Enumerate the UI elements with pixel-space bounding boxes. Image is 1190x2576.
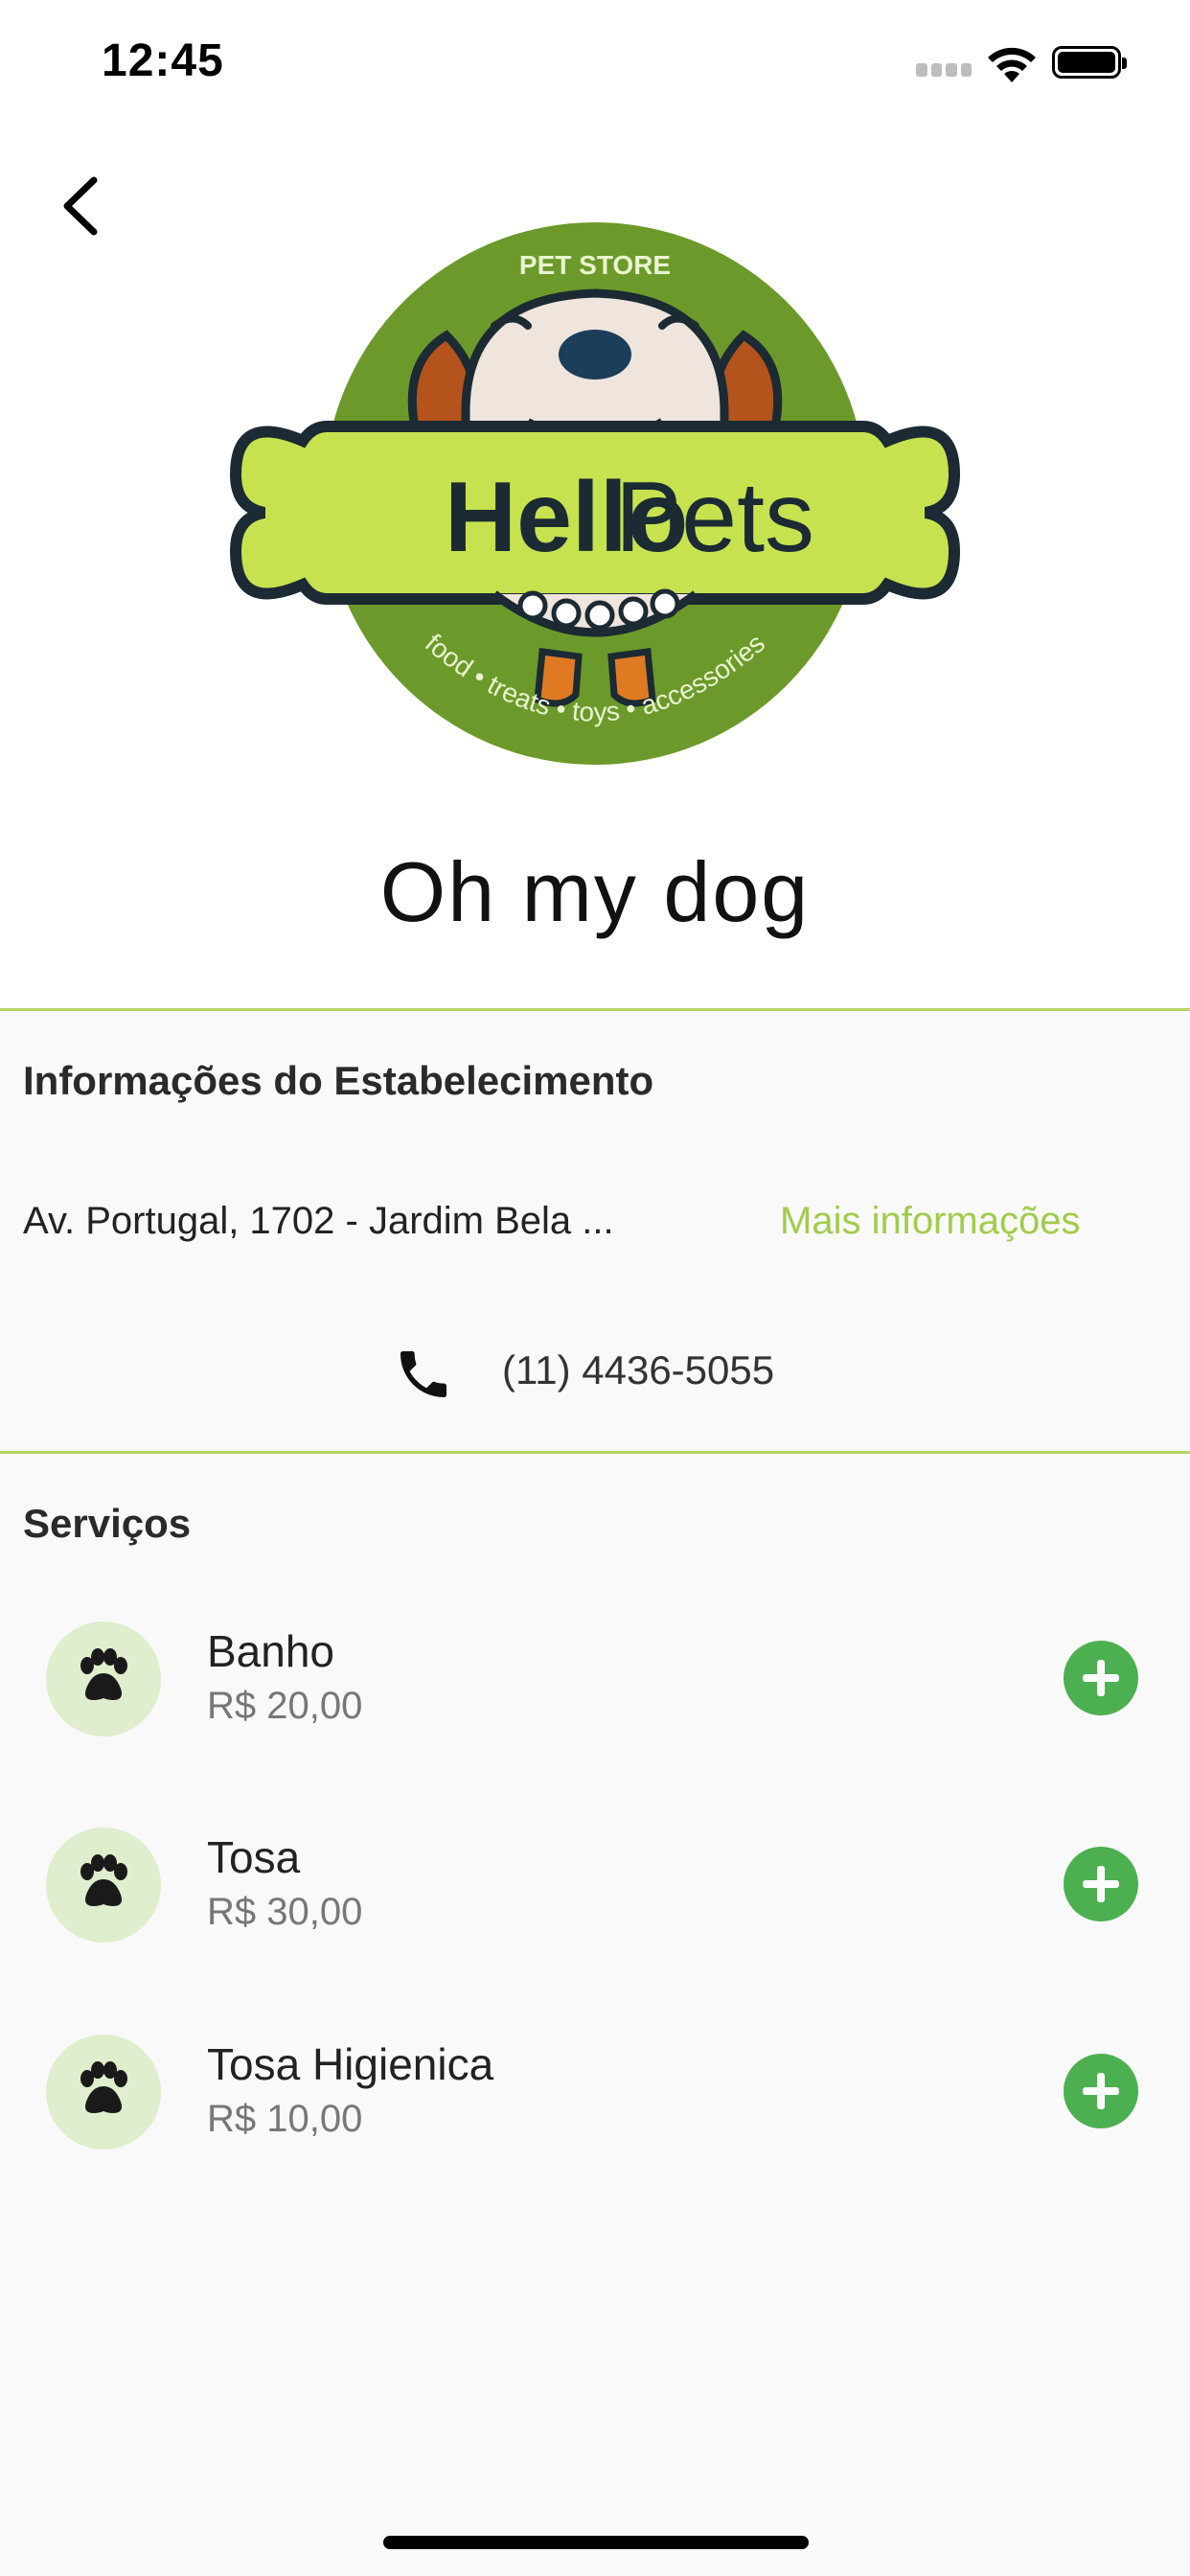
home-indicator[interactable] (383, 2536, 809, 2549)
wifi-icon (988, 47, 1036, 82)
service-name: Tosa Higienica (207, 2039, 494, 2089)
service-name: Banho (207, 1626, 335, 1676)
service-price: R$ 20,00 (207, 1685, 363, 1727)
service-price: R$ 10,00 (207, 2098, 363, 2140)
add-service-button[interactable] (1064, 1641, 1138, 1715)
service-item[interactable]: Tosa Higienica R$ 10,00 (0, 2035, 1190, 2159)
divider (0, 1008, 1190, 1011)
services-section-title: Serviços (23, 1501, 192, 1546)
service-badge (46, 1622, 161, 1736)
battery-icon (1052, 46, 1127, 79)
info-section-title: Informações do Estabelecimento (23, 1058, 654, 1103)
paw-icon (80, 1854, 127, 1906)
status-time: 12:45 (102, 35, 224, 86)
paw-icon (80, 2061, 127, 2113)
paw-icon (80, 1648, 127, 1700)
service-item[interactable]: Banho R$ 20,00 (0, 1622, 1190, 1746)
service-badge (46, 2035, 161, 2150)
service-badge (46, 1828, 161, 1943)
logo-top-text: PET STORE (519, 250, 671, 280)
store-address: Av. Portugal, 1702 - Jardim Bela ... (23, 1200, 614, 1242)
add-service-button[interactable] (1064, 1847, 1138, 1921)
divider (0, 1451, 1190, 1454)
store-name: Oh my dog (379, 844, 811, 939)
phone-number[interactable]: (11) 4436-5055 (502, 1347, 774, 1393)
service-item[interactable]: Tosa R$ 30,00 (0, 1828, 1190, 1952)
phone-icon[interactable] (393, 1344, 454, 1405)
add-service-button[interactable] (1064, 2054, 1138, 2128)
logo-brand-pets: Pets (615, 462, 814, 573)
back-chevron-icon[interactable] (56, 172, 107, 240)
service-name: Tosa (207, 1832, 301, 1882)
service-price: R$ 30,00 (207, 1891, 363, 1933)
more-info-link[interactable]: Mais informações (780, 1200, 1080, 1243)
hellopets-logo: PET STORE Hello Pets food • treats • toy… (229, 222, 961, 765)
cellular-signal-icon (916, 63, 972, 77)
